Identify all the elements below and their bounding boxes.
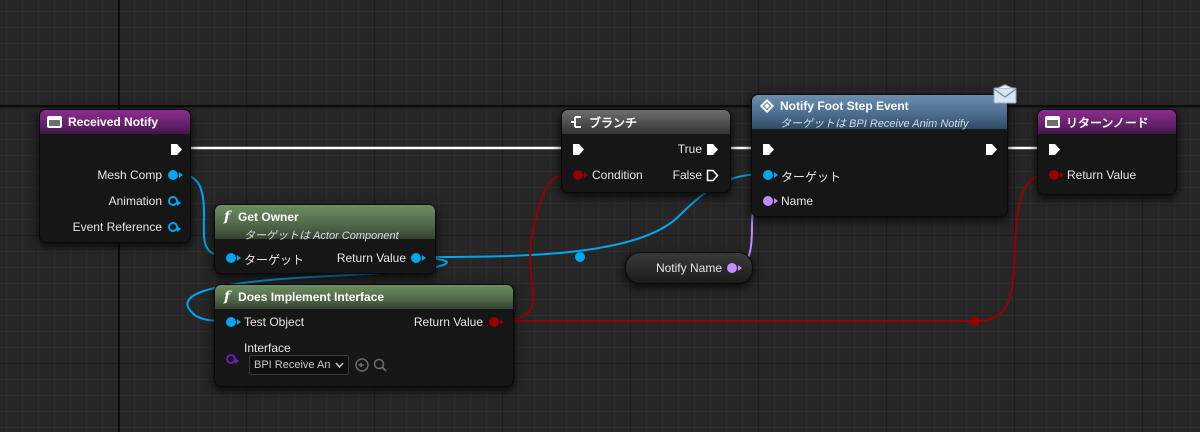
test-object-label: Test Object [244,315,305,329]
condition-label: Condition [592,168,643,182]
function-icon [1045,116,1060,128]
get-owner-return-label: Return Value [336,251,406,265]
function-icon: f [224,289,231,305]
branch-true-label: True [677,142,702,156]
branch-false-label: False [672,168,702,182]
branch-header: ブランチ [562,110,730,134]
return-node-title: リターンノード [1066,115,1149,130]
message-target-label: ターゲット [781,170,842,184]
function-icon: f [224,209,231,225]
animation-pin[interactable] [168,196,181,206]
interface-pin[interactable] [226,354,239,364]
get-owner-header: f Get Owner ターゲットは Actor Component [215,205,435,242]
branch-title: ブランチ [589,115,638,130]
condition-pin[interactable] [573,170,588,180]
event-icon [47,116,62,128]
does-implement-header: f Does Implement Interface [215,285,513,309]
message-name-label: Name [781,194,814,208]
message-exec-out-pin[interactable] [985,143,998,156]
return-exec-in-pin[interactable] [1048,143,1061,156]
notify-foot-step-node[interactable]: Notify Foot Step Event ターゲットは BPI Receiv… [751,94,1008,217]
notify-foot-step-header: Notify Foot Step Event ターゲットは BPI Receiv… [752,95,1007,130]
get-owner-subtitle: ターゲットは Actor Component [244,230,399,242]
does-implement-return-pin[interactable] [489,317,504,327]
animation-label: Animation [108,194,162,208]
notify-name-variable-node[interactable]: Notify Name [625,252,753,284]
branch-exec-in-pin[interactable] [572,143,585,156]
does-implement-interface-node[interactable]: f Does Implement Interface Test Object R… [214,284,514,387]
chevron-down-icon [335,362,344,368]
return-value-label: Return Value [1067,168,1137,182]
use-selected-icon[interactable] [355,358,369,372]
mesh-comp-label: Mesh Comp [97,168,162,182]
get-owner-target-label: ターゲット [244,253,305,267]
received-notify-node[interactable]: Received Notify Mesh Comp Animation Even… [39,109,191,243]
get-owner-node[interactable]: f Get Owner ターゲットは Actor Component ターゲット… [214,204,436,274]
return-node-header: リターンノード [1038,110,1176,134]
notify-foot-step-subtitle: ターゲットは BPI Receive Anim Notify [780,118,969,130]
interface-label: Interface [244,341,291,355]
notify-foot-step-title: Notify Foot Step Event [780,99,909,113]
does-implement-title: Does Implement Interface [238,290,385,304]
search-icon[interactable] [373,358,387,372]
notify-name-pin[interactable] [727,263,742,273]
message-name-pin[interactable] [763,196,778,206]
branch-true-pin[interactable] [706,143,719,156]
branch-icon [571,116,581,128]
mesh-comp-pin[interactable] [168,170,183,180]
reroute-object [575,252,585,262]
event-reference-label: Event Reference [72,220,162,234]
message-target-pin[interactable] [763,170,778,180]
return-value-pin[interactable] [1049,170,1064,180]
event-reference-pin[interactable] [168,222,181,232]
message-exec-in-pin[interactable] [762,143,775,156]
get-owner-title: Get Owner [238,210,299,224]
get-owner-target-pin[interactable] [226,253,241,263]
get-owner-return-pin[interactable] [411,253,426,263]
received-notify-title: Received Notify [68,115,159,129]
reroute-bool [970,316,980,326]
envelope-icon [993,84,1017,104]
received-notify-header: Received Notify [40,110,190,134]
notify-name-label: Notify Name [655,261,722,275]
test-object-pin[interactable] [226,317,241,327]
return-node[interactable]: リターンノード Return Value [1037,109,1177,195]
does-implement-return-label: Return Value [413,315,483,329]
branch-node[interactable]: ブランチ True Condition False [561,109,731,193]
message-icon [759,98,775,114]
exec-out-pin[interactable] [170,143,183,156]
interface-dropdown-value: BPI Receive An [254,359,331,371]
branch-false-pin[interactable] [706,169,719,182]
interface-dropdown[interactable]: BPI Receive An [249,355,349,375]
